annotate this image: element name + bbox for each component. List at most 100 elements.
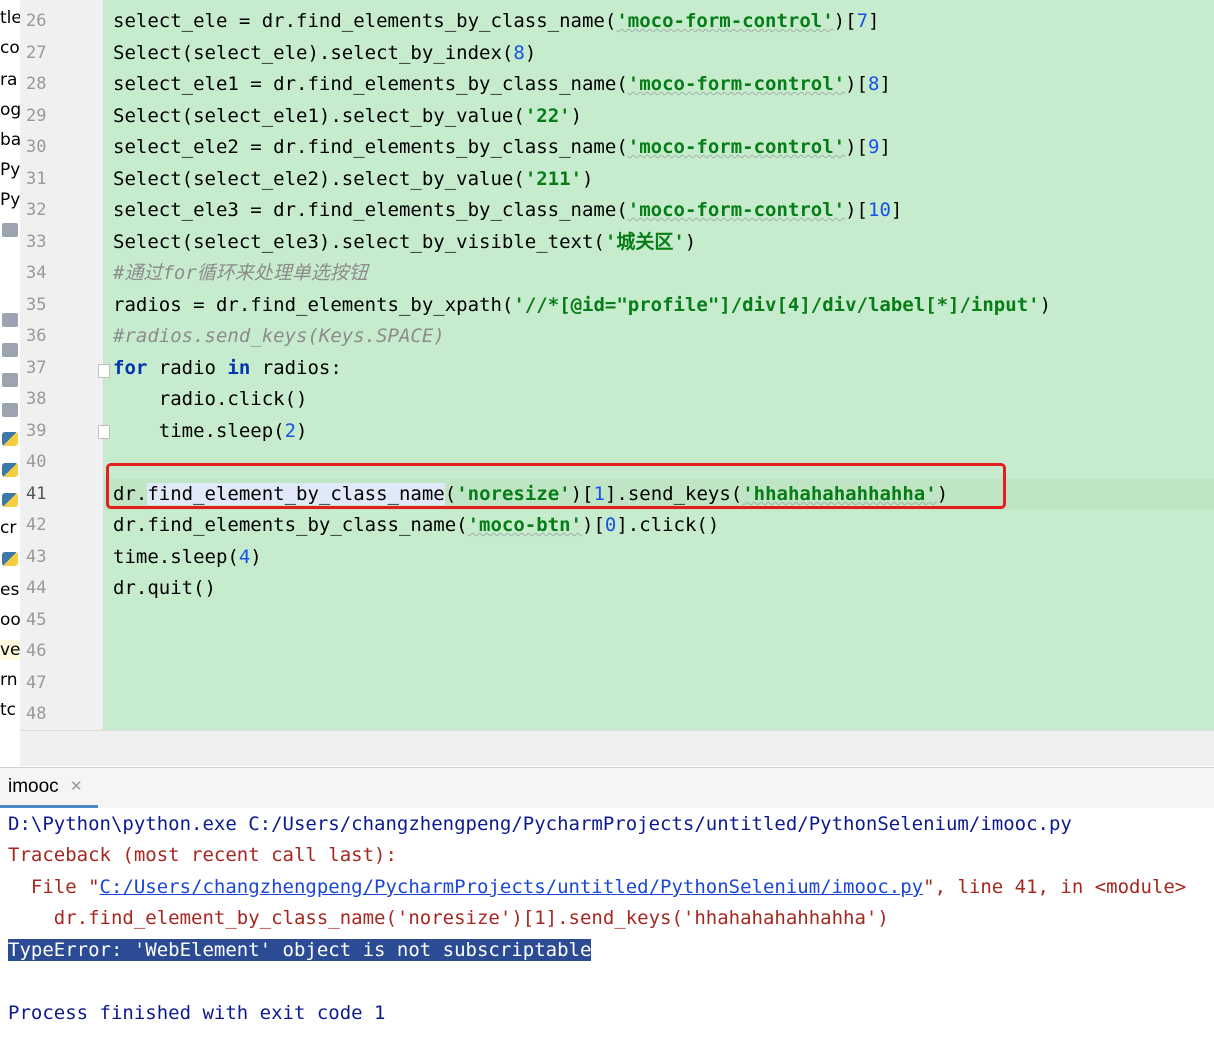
code-editor[interactable]: tle co ra og ba Py Py cr es oo ve rn tc … bbox=[0, 0, 1214, 766]
number-literal: 8 bbox=[868, 73, 880, 95]
console-error-line[interactable]: TypeError: 'WebElement' object is not su… bbox=[8, 935, 592, 966]
line-number: 30 bbox=[26, 137, 47, 157]
line-number: 40 bbox=[26, 452, 47, 472]
code-token: )[ bbox=[845, 73, 868, 95]
run-console-output[interactable]: D:\Python\python.exe C:/Users/changzheng… bbox=[0, 808, 1214, 1042]
project-tree-item[interactable]: ba bbox=[0, 130, 20, 150]
console-command-line: D:\Python\python.exe C:/Users/changzheng… bbox=[8, 813, 1072, 835]
line-number: 26 bbox=[26, 11, 47, 31]
code-line-34[interactable]: #通过for循环来处理单选按钮 bbox=[113, 258, 368, 289]
console-traceback-code: dr.find_element_by_class_name('noresize'… bbox=[8, 907, 889, 929]
project-tree-strip[interactable]: tle co ra og ba Py Py cr es oo ve rn tc bbox=[0, 0, 21, 736]
line-number: 48 bbox=[26, 704, 47, 724]
folder-icon bbox=[2, 373, 18, 387]
python-file-icon bbox=[2, 463, 18, 477]
folder-icon bbox=[2, 403, 18, 417]
project-tree-item[interactable]: ra bbox=[0, 70, 20, 90]
line-number: 31 bbox=[26, 169, 47, 189]
code-line-28[interactable]: select_ele1 = dr.find_elements_by_class_… bbox=[113, 69, 891, 100]
run-tab-label: imooc bbox=[8, 776, 59, 797]
project-tree-item[interactable]: tle bbox=[0, 8, 20, 28]
project-tree-item[interactable]: Py bbox=[0, 190, 20, 210]
line-number: 29 bbox=[26, 106, 47, 126]
code-line-42[interactable]: dr.find_elements_by_class_name('moco-btn… bbox=[113, 510, 719, 541]
fold-toggle-icon[interactable] bbox=[98, 364, 110, 378]
project-tree-item[interactable]: oo bbox=[0, 610, 20, 630]
line-number: 47 bbox=[26, 673, 47, 693]
console-exit-status: Process finished with exit code 1 bbox=[8, 1002, 386, 1024]
code-token: dr.quit() bbox=[113, 577, 216, 599]
project-tree-item[interactable]: rn bbox=[0, 670, 20, 690]
run-tab-imooc[interactable]: imooc ✕ bbox=[0, 768, 98, 808]
console-traceback-file: File "C:/Users/changzhengpeng/PycharmPro… bbox=[8, 872, 1186, 903]
string-literal: '//*[@id="profile"]/div[4]/div/label[*]/… bbox=[513, 294, 1040, 316]
code-line-29[interactable]: Select(select_ele1).select_by_value('22'… bbox=[113, 101, 582, 132]
selected-error-text[interactable]: TypeError: 'WebElement' object is not su… bbox=[8, 939, 592, 961]
code-token: dr.find_elements_by_class_name( bbox=[113, 514, 468, 536]
number-literal: 7 bbox=[856, 10, 869, 32]
python-file-icon bbox=[2, 552, 18, 566]
code-line-30[interactable]: select_ele2 = dr.find_elements_by_class_… bbox=[113, 132, 891, 163]
code-token: Select(select_ele).select_by_index( bbox=[113, 42, 514, 64]
fold-end-icon[interactable] bbox=[98, 425, 110, 439]
python-file-icon bbox=[2, 432, 18, 446]
folder-icon bbox=[2, 223, 18, 237]
code-token: ] bbox=[879, 73, 891, 95]
project-tree-item[interactable]: og bbox=[0, 100, 20, 120]
project-tree-item-selected[interactable]: ve bbox=[0, 640, 20, 660]
number-literal: 0 bbox=[604, 514, 617, 536]
code-token: ) bbox=[524, 42, 537, 64]
code-token: select_ele2 = dr.find_elements_by_class_… bbox=[113, 136, 628, 158]
code-token: )[ bbox=[582, 514, 605, 536]
code-token: radio bbox=[147, 357, 228, 379]
code-line-44[interactable]: dr.quit() bbox=[113, 573, 216, 604]
code-line-26[interactable]: select_ele = dr.find_elements_by_class_n… bbox=[113, 6, 879, 37]
code-line-32[interactable]: select_ele3 = dr.find_elements_by_class_… bbox=[113, 195, 902, 226]
project-tree-item[interactable]: co bbox=[0, 38, 20, 58]
project-tree-item[interactable]: tc bbox=[0, 700, 20, 720]
project-tree-item[interactable]: cr bbox=[0, 518, 20, 538]
line-number: 44 bbox=[26, 578, 47, 598]
line-number: 45 bbox=[26, 610, 47, 630]
string-literal: 'moco-form-control' bbox=[627, 73, 846, 95]
line-number: 33 bbox=[26, 232, 47, 252]
string-literal: 'moco-form-control' bbox=[616, 10, 834, 32]
code-token: ] bbox=[890, 199, 903, 221]
code-token: ) bbox=[296, 420, 308, 442]
folder-icon bbox=[2, 343, 18, 357]
code-line-37[interactable]: for radio in radios: bbox=[113, 353, 342, 384]
error-annotation-box bbox=[106, 463, 1006, 509]
code-token: )[ bbox=[845, 199, 868, 221]
line-number-current: 41 bbox=[26, 484, 47, 504]
code-line-43[interactable]: time.sleep(4) bbox=[113, 542, 262, 573]
editor-bottom-area bbox=[20, 730, 1214, 766]
project-tree-item[interactable]: es bbox=[0, 580, 20, 600]
code-comment: #radios.send_keys(Keys.SPACE) bbox=[113, 325, 445, 347]
code-line-39[interactable]: time.sleep(2) bbox=[113, 416, 308, 447]
line-number: 32 bbox=[26, 200, 47, 220]
string-literal: 'moco-btn' bbox=[467, 514, 582, 536]
line-number: 28 bbox=[26, 74, 47, 94]
code-token: )[ bbox=[833, 10, 857, 32]
file-path-link[interactable]: C:/Users/changzhengpeng/PycharmProjects/… bbox=[100, 876, 924, 898]
code-token: ) bbox=[570, 105, 583, 127]
code-token: ] bbox=[879, 136, 891, 158]
line-number: 42 bbox=[26, 515, 47, 535]
number-literal: 10 bbox=[868, 199, 891, 221]
code-token: Select(select_ele2).select_by_value( bbox=[113, 168, 525, 190]
code-token: ) bbox=[684, 231, 697, 253]
code-line-31[interactable]: Select(select_ele2).select_by_value('211… bbox=[113, 164, 593, 195]
python-file-icon bbox=[2, 493, 18, 507]
string-literal: 'moco-form-control' bbox=[627, 136, 846, 158]
number-literal: 9 bbox=[868, 136, 880, 158]
code-line-35[interactable]: radios = dr.find_elements_by_xpath('//*[… bbox=[113, 290, 1051, 321]
close-icon[interactable]: ✕ bbox=[70, 777, 83, 795]
project-tree-item[interactable]: Py bbox=[0, 160, 20, 180]
code-line-33[interactable]: Select(select_ele3).select_by_visible_te… bbox=[113, 227, 696, 258]
code-line-27[interactable]: Select(select_ele).select_by_index(8) bbox=[113, 38, 536, 69]
code-token: select_ele1 = dr.find_elements_by_class_… bbox=[113, 73, 628, 95]
number-literal: 8 bbox=[513, 42, 525, 64]
code-line-36[interactable]: #radios.send_keys(Keys.SPACE) bbox=[113, 321, 445, 352]
code-line-38[interactable]: radio.click() bbox=[113, 384, 308, 415]
folder-icon bbox=[2, 313, 18, 327]
